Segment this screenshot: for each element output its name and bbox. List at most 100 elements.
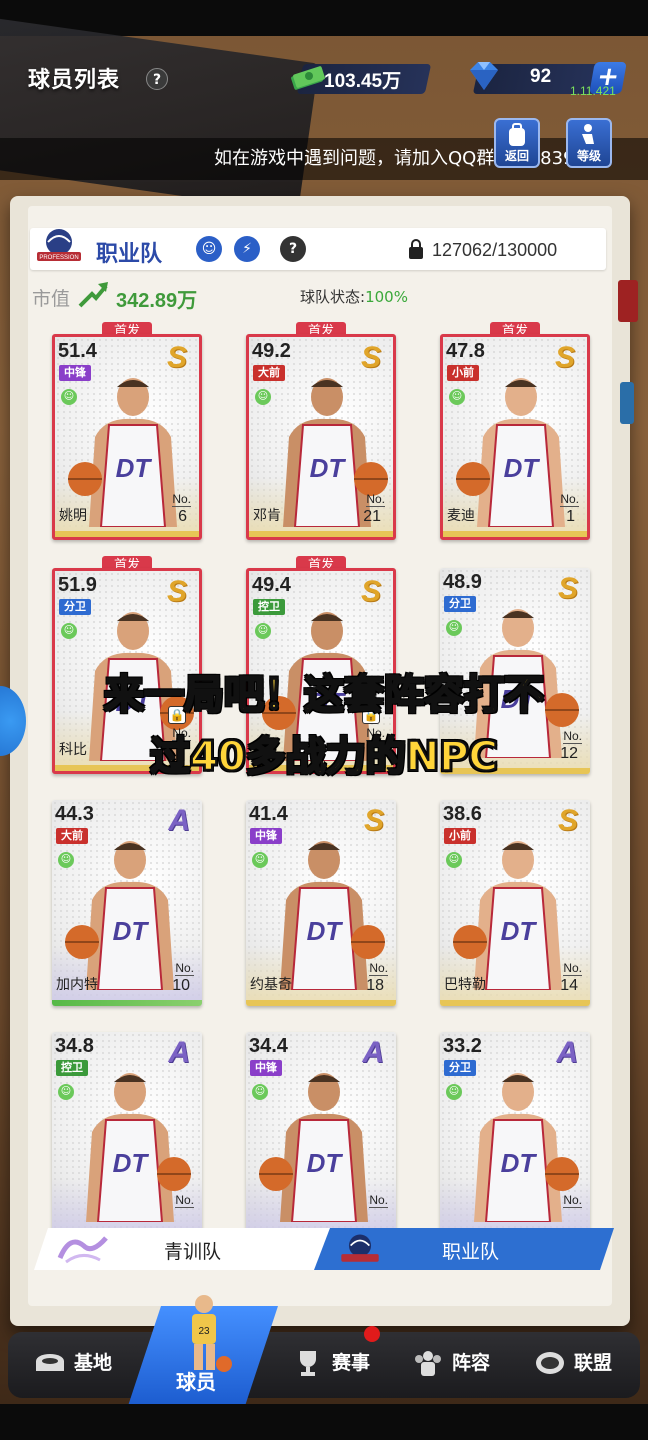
mood-icon: ☺ — [446, 852, 462, 868]
jersey-number-label: No. — [172, 492, 191, 507]
player-name: 巴特勒 — [444, 977, 486, 993]
dream-team-book — [0, 17, 319, 213]
svg-text:DT: DT — [501, 1148, 538, 1178]
version-label: 1.11.421 — [570, 84, 616, 98]
nav-players-label[interactable]: 球员 — [176, 1366, 216, 1395]
player-card[interactable]: DT 34.8 A 控卫 ☺ No. — [52, 1032, 202, 1238]
jersey-number: 6 — [178, 508, 187, 525]
stadium-icon — [36, 1354, 64, 1371]
player-grade: A — [168, 804, 190, 837]
card-strip — [443, 531, 587, 537]
rank-label: 等级 — [576, 149, 601, 163]
tab-pro[interactable]: 职业队 — [314, 1228, 614, 1270]
player-rating: 51.9 — [58, 574, 97, 596]
jersey-number: 21 — [363, 508, 381, 525]
svg-text:DT: DT — [307, 1148, 344, 1178]
player-card[interactable]: DT 41.4 S 中锋 ☺ 约基奇 No. 18 — [246, 800, 396, 1006]
jersey-number-label: No. — [563, 1193, 582, 1208]
status-bar — [0, 0, 648, 36]
notification-dot — [364, 1326, 380, 1342]
mood-icon: ☺ — [446, 1084, 462, 1100]
player-illustration: DT — [259, 1073, 368, 1222]
profession-logo-text: PROFESSION — [39, 255, 78, 261]
player-rating: 48.9 — [443, 571, 482, 593]
team-tabs: 青训队 职业队 — [34, 1228, 614, 1270]
player-rating: 41.4 — [249, 803, 288, 825]
player-rating: 49.4 — [252, 574, 291, 596]
game-screen: 球员列表 ? 103.45万 92 + 1.11.421 如在游戏中遇到问题，请… — [0, 0, 648, 1440]
mood-icon: ☺ — [61, 623, 77, 639]
svg-text:DT: DT — [113, 1148, 150, 1178]
question-icon[interactable]: ? — [280, 236, 306, 262]
jersey-number: 18 — [366, 977, 384, 994]
position-badge: 控卫 — [253, 599, 285, 615]
help-button[interactable]: ? — [146, 68, 168, 90]
player-grade: S — [166, 341, 187, 374]
jersey-number-label: No. — [560, 492, 579, 507]
backpack-button[interactable]: 返回 — [494, 118, 540, 168]
money-icon — [291, 66, 325, 90]
position-badge: 小前 — [447, 365, 479, 381]
player-card[interactable]: DT 51.4 S 中锋 ☺ 姚明 No. 6 — [52, 334, 202, 540]
svg-text:DT: DT — [310, 453, 347, 483]
svg-text:DT: DT — [113, 916, 150, 946]
gem-value: 92 — [530, 66, 552, 87]
player-card[interactable]: DT 49.2 S 大前 ☺ 邓肯 No. 21 — [246, 334, 396, 540]
mood-icon: ☺ — [58, 1084, 74, 1100]
card-strip — [246, 1000, 396, 1006]
tab-youth-label: 青训队 — [164, 1241, 222, 1263]
lightning-icon[interactable]: ⚡ — [234, 236, 260, 262]
jersey-number-label: No. — [366, 492, 385, 507]
player-grade: A — [556, 1036, 578, 1069]
face-icon[interactable]: ☺ — [196, 236, 222, 262]
player-card[interactable]: DT 38.6 S 小前 ☺ 巴特勒 No. 14 — [440, 800, 590, 1006]
player-illustration: DT — [474, 1073, 579, 1222]
notice-marquee: 如在游戏中遇到问题，请加入QQ群992483979 — [0, 138, 648, 180]
player-name: 约基奇 — [250, 977, 292, 993]
player-card[interactable]: DT 34.4 A 中锋 ☺ No. — [246, 1032, 396, 1238]
position-badge: 中锋 — [250, 828, 282, 844]
player-card[interactable]: DT 33.2 A 分卫 ☺ No. — [440, 1032, 590, 1238]
player-card[interactable]: DT 47.8 S 小前 ☺ 麦迪 No. 1 — [440, 334, 590, 540]
jersey-number-label: No. — [175, 961, 194, 976]
position-badge: 小前 — [444, 828, 476, 844]
player-name: 麦迪 — [447, 508, 475, 524]
up-arrow-icon — [78, 282, 108, 308]
jersey-number-label: No. — [563, 961, 582, 976]
player-grade: S — [360, 575, 381, 608]
system-nav-bar — [0, 1404, 648, 1440]
rank-button[interactable]: 等级 — [566, 118, 612, 168]
nav-base-label: 基地 — [74, 1352, 113, 1374]
nav-events-label: 赛事 — [332, 1352, 371, 1374]
caption-line-1: 来一局吧！这套阵容打不 — [103, 671, 545, 719]
position-badge: 中锋 — [250, 1060, 282, 1076]
mood-icon: ☺ — [58, 852, 74, 868]
card-strip — [52, 1000, 202, 1006]
player-grade: S — [557, 572, 578, 605]
player-card[interactable]: DT 44.3 A 大前 ☺ 加内特 No. 10 — [52, 800, 202, 1006]
mood-icon: ☺ — [255, 623, 271, 639]
player-name: 邓肯 — [253, 508, 281, 524]
profession-logo-icon: PROFESSION — [37, 229, 81, 261]
position-badge: 分卫 — [444, 596, 476, 612]
card-strip — [249, 531, 393, 537]
mood-icon: ☺ — [255, 389, 271, 405]
nav-league-label: 联盟 — [574, 1352, 613, 1374]
player-rating: 47.8 — [446, 340, 485, 362]
jersey-number-label: No. — [175, 1193, 194, 1208]
mood-icon: ☺ — [252, 1084, 268, 1100]
money-value: 103.45万 — [324, 71, 402, 92]
trophy-icon — [300, 1351, 316, 1376]
player-rating: 44.3 — [55, 803, 94, 825]
mood-icon: ☺ — [446, 620, 462, 636]
player-grade: S — [166, 575, 187, 608]
card-strip — [55, 531, 199, 537]
mood-icon: ☺ — [252, 852, 268, 868]
page-title: 球员列表 — [28, 68, 121, 93]
position-badge: 分卫 — [59, 599, 91, 615]
position-badge: 控卫 — [56, 1060, 88, 1076]
player-illustration: DT — [86, 1073, 191, 1222]
market-value: 342.89万 — [116, 290, 198, 312]
tab-youth[interactable]: 青训队 — [34, 1228, 330, 1270]
mood-icon: ☺ — [61, 389, 77, 405]
